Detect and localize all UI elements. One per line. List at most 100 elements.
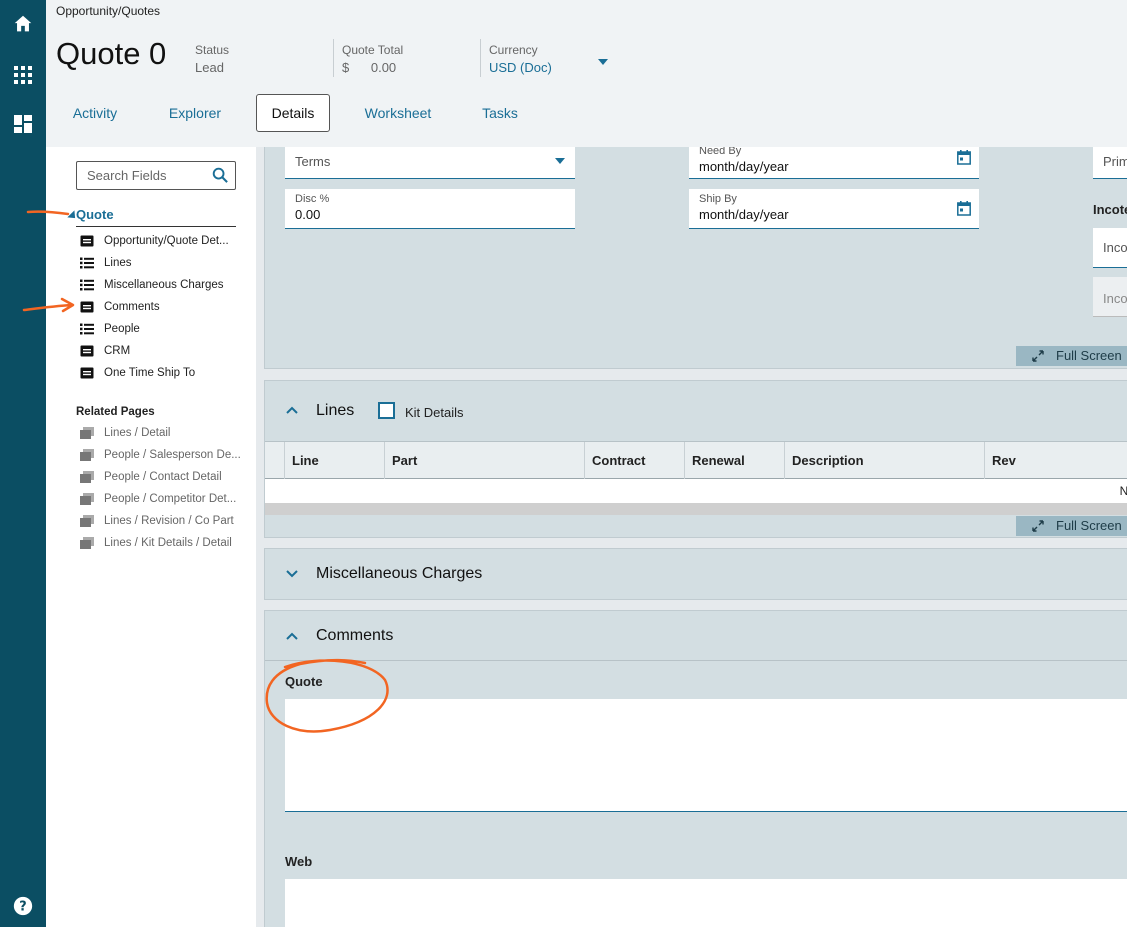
tab-details[interactable]: Details bbox=[256, 94, 330, 132]
page-title: Quote 0 bbox=[56, 36, 167, 71]
quote-comment-textarea[interactable] bbox=[285, 699, 1127, 812]
kit-details-label: Kit Details bbox=[405, 405, 464, 420]
pages-icon bbox=[80, 471, 94, 483]
misc-charges-panel[interactable]: Miscellaneous Charges bbox=[264, 548, 1127, 600]
lines-grid-body: No bbox=[265, 479, 1127, 503]
lines-panel: Lines Kit Details Line Part Contract Ren… bbox=[264, 380, 1127, 538]
card-icon bbox=[80, 345, 94, 357]
chevron-down-icon[interactable] bbox=[285, 569, 299, 579]
header-divider bbox=[333, 39, 334, 77]
tab-tasks[interactable]: Tasks bbox=[472, 94, 528, 132]
nav-item-one-time-ship-to[interactable]: One Time Ship To bbox=[80, 362, 250, 384]
ship-by-date-field[interactable]: Ship By month/day/year bbox=[689, 189, 979, 229]
fullscreen-button[interactable]: Full Screen bbox=[1016, 346, 1127, 366]
chevron-down-icon[interactable] bbox=[555, 158, 565, 164]
misc-charges-title: Miscellaneous Charges bbox=[316, 565, 483, 582]
tab-explorer[interactable]: Explorer bbox=[160, 94, 230, 132]
terms-dropdown[interactable]: Terms bbox=[285, 147, 575, 179]
column-description[interactable]: Description bbox=[784, 442, 984, 479]
calendar-icon[interactable] bbox=[957, 150, 971, 165]
tab-activity[interactable]: Activity bbox=[60, 94, 130, 132]
chevron-up-icon[interactable] bbox=[285, 405, 299, 415]
nav-item-label: People bbox=[104, 323, 140, 335]
nav-section-quote[interactable]: Quote bbox=[67, 207, 236, 227]
primary-field-partial[interactable]: Prim bbox=[1093, 147, 1127, 179]
list-icon bbox=[80, 257, 94, 269]
nav-item-label: CRM bbox=[104, 345, 131, 357]
nav-item-opportunity-quote-detail[interactable]: Opportunity/Quote Det... bbox=[80, 230, 250, 252]
nav-item-label: Comments bbox=[104, 301, 160, 313]
related-page-label: Lines / Revision / Co Part bbox=[104, 515, 234, 527]
pages-icon bbox=[80, 449, 94, 461]
search-icon[interactable] bbox=[212, 167, 229, 189]
incoterm-location-placeholder: Inco bbox=[1103, 291, 1127, 306]
tab-worksheet[interactable]: Worksheet bbox=[358, 94, 438, 132]
related-page-link[interactable]: Lines / Revision / Co Part bbox=[80, 510, 250, 532]
fullscreen-label: Full Screen bbox=[1056, 348, 1122, 363]
incoterms-label: Incote bbox=[1093, 202, 1127, 217]
nav-section-label: Quote bbox=[76, 207, 114, 222]
need-by-value: month/day/year bbox=[699, 159, 789, 174]
expand-icon bbox=[1032, 350, 1044, 362]
dashboard-icon[interactable] bbox=[10, 111, 36, 137]
column-line[interactable]: Line bbox=[284, 442, 384, 479]
column-renewal[interactable]: Renewal bbox=[684, 442, 784, 479]
card-icon bbox=[80, 301, 94, 313]
related-page-link[interactable]: People / Competitor Det... bbox=[80, 488, 250, 510]
column-part[interactable]: Part bbox=[384, 442, 584, 479]
primary-placeholder: Prim bbox=[1103, 154, 1127, 169]
pages-icon bbox=[80, 537, 94, 549]
pages-icon bbox=[80, 515, 94, 527]
related-page-label: Lines / Detail bbox=[104, 427, 171, 439]
related-page-link[interactable]: Lines / Kit Details / Detail bbox=[80, 532, 250, 554]
incoterm-location-field-partial[interactable]: Inco bbox=[1093, 277, 1127, 317]
disc-value: 0.00 bbox=[295, 207, 321, 222]
need-by-date-field[interactable]: Need By month/day/year bbox=[689, 147, 979, 179]
comments-section-title: Comments bbox=[316, 627, 394, 644]
fullscreen-button[interactable]: Full Screen bbox=[1016, 516, 1127, 536]
related-page-link[interactable]: Lines / Detail bbox=[80, 422, 250, 444]
web-comment-textarea[interactable] bbox=[285, 879, 1127, 927]
apps-grid-icon[interactable] bbox=[10, 62, 36, 88]
related-page-link[interactable]: People / Contact Detail bbox=[80, 466, 250, 488]
lines-section-title: Lines bbox=[316, 402, 355, 419]
kit-details-checkbox[interactable] bbox=[378, 402, 395, 419]
nav-item-people[interactable]: People bbox=[80, 318, 250, 340]
quote-total-label: Quote Total bbox=[342, 43, 404, 57]
currency-field[interactable]: Currency USD (Doc) bbox=[489, 43, 552, 75]
currency-dropdown-icon[interactable] bbox=[598, 59, 608, 65]
nav-item-label: Miscellaneous Charges bbox=[104, 279, 224, 291]
search-fields[interactable] bbox=[76, 161, 236, 190]
horizontal-scrollbar[interactable] bbox=[265, 503, 1127, 515]
column-contract[interactable]: Contract bbox=[584, 442, 684, 479]
status-field: Status Lead bbox=[195, 43, 229, 75]
nav-item-miscellaneous-charges[interactable]: Miscellaneous Charges bbox=[80, 274, 250, 296]
disc-label: Disc % bbox=[295, 193, 330, 205]
nav-item-label: One Time Ship To bbox=[104, 367, 196, 379]
help-icon[interactable]: ? bbox=[10, 893, 36, 919]
disc-percent-field[interactable]: Disc % 0.00 bbox=[285, 189, 575, 229]
nav-item-comments[interactable]: Comments bbox=[80, 296, 250, 318]
related-page-label: Lines / Kit Details / Detail bbox=[104, 537, 232, 549]
ship-by-value: month/day/year bbox=[699, 207, 789, 222]
related-page-label: People / Contact Detail bbox=[104, 471, 222, 483]
search-input[interactable] bbox=[77, 162, 205, 189]
quote-total-field: Quote Total $ 0.00 bbox=[342, 43, 403, 75]
nav-item-crm[interactable]: CRM bbox=[80, 340, 250, 362]
status-label: Status bbox=[195, 43, 230, 57]
status-value: Lead bbox=[195, 60, 224, 75]
nav-item-lines[interactable]: Lines bbox=[80, 252, 250, 274]
calendar-icon[interactable] bbox=[957, 201, 971, 216]
header-divider bbox=[480, 39, 481, 77]
currency-label: Currency bbox=[489, 43, 538, 57]
column-rev[interactable]: Rev bbox=[984, 442, 1127, 479]
incoterm-field-partial[interactable]: Inco bbox=[1093, 228, 1127, 268]
currency-value[interactable]: USD (Doc) bbox=[489, 60, 552, 75]
breadcrumb[interactable]: Opportunity/Quotes bbox=[56, 4, 160, 18]
list-icon bbox=[80, 279, 94, 291]
quote-total-amount: 0.00 bbox=[370, 60, 397, 75]
page-header: Opportunity/Quotes Quote 0 Status Lead Q… bbox=[46, 0, 1127, 147]
home-icon[interactable] bbox=[10, 11, 36, 37]
chevron-up-icon[interactable] bbox=[285, 631, 299, 641]
related-page-link[interactable]: People / Salesperson De... bbox=[80, 444, 250, 466]
